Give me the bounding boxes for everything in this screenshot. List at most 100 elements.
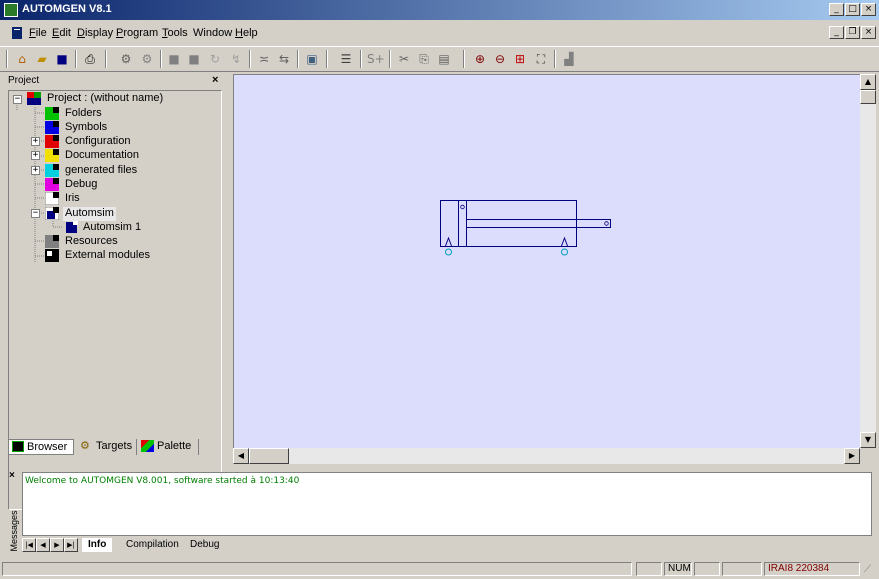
close-messages-icon[interactable]: ×	[9, 470, 15, 481]
vertical-scrollbar[interactable]: ▲ ▼	[860, 74, 876, 448]
new-project-icon[interactable]: ⌂	[14, 51, 30, 67]
app-icon	[4, 3, 18, 17]
expand-configuration-toggle[interactable]: +	[31, 137, 40, 146]
tab-palette[interactable]: Palette	[138, 439, 199, 455]
stop-icon[interactable]: ■	[166, 51, 182, 67]
scroll-left-button[interactable]: ◀	[233, 448, 249, 464]
step-icon[interactable]: ↯	[228, 51, 244, 67]
pause-icon[interactable]: ■	[186, 51, 202, 67]
status-id: IRAI8 220384	[764, 562, 860, 576]
horizontal-scroll-thumb[interactable]	[249, 448, 289, 464]
zoom-in-icon[interactable]: ⊕	[472, 51, 488, 67]
tree-item-external-modules[interactable]: External modules	[65, 249, 150, 263]
child-minimize-button[interactable]: _	[829, 26, 844, 39]
disconnect-icon[interactable]: ⇆	[276, 51, 292, 67]
cylinder-piston[interactable]	[458, 200, 467, 247]
first-tab-button[interactable]: |◀	[22, 538, 36, 552]
prev-tab-button[interactable]: ◀	[36, 538, 50, 552]
fit-window-icon[interactable]: ⛶	[533, 51, 549, 67]
minimize-button[interactable]: _	[829, 3, 844, 16]
zoom-rect-icon[interactable]: ⊞	[512, 51, 528, 67]
window-title: AUTOMGEN V8.1	[22, 3, 112, 15]
scroll-up-button[interactable]: ▲	[860, 74, 876, 90]
paste-icon[interactable]: ▤	[436, 51, 452, 67]
expand-documentation-toggle[interactable]: +	[31, 151, 40, 160]
tool-icon[interactable]: ▟	[561, 51, 577, 67]
menu-window[interactable]: Window	[193, 27, 232, 39]
project-icon	[27, 92, 41, 105]
scroll-down-button[interactable]: ▼	[860, 432, 876, 448]
menu-program[interactable]: Program	[116, 27, 158, 39]
tree-item-configuration[interactable]: Configuration	[65, 135, 130, 149]
list-icon[interactable]: ☰	[338, 51, 354, 67]
tree-item-generated-files[interactable]: generated files	[65, 164, 137, 178]
browser-icon	[12, 441, 24, 452]
maximize-button[interactable]: □	[845, 3, 860, 16]
messages-sidebar: × Messages	[8, 470, 20, 554]
monitor-icon[interactable]: ▣	[304, 51, 320, 67]
panel-tabs: Browser ⚙ Targets Palette	[8, 437, 222, 457]
open-folder-icon[interactable]: ▰	[34, 51, 50, 67]
tree-item-automsim-1[interactable]: Automsim 1	[83, 221, 141, 235]
palette-icon	[141, 440, 154, 452]
save-icon[interactable]: ■	[54, 51, 70, 67]
tree-item-iris[interactable]: Iris	[65, 192, 80, 206]
horizontal-scrollbar[interactable]: ◀ ▶	[233, 448, 860, 464]
right-port[interactable]	[561, 236, 568, 247]
collapse-root-toggle[interactable]: −	[13, 95, 22, 104]
documentation-icon	[45, 149, 59, 162]
tab-browser[interactable]: Browser	[8, 439, 74, 455]
cylinder-drawing	[440, 200, 611, 256]
messages-panel: × Messages Welcome to AUTOMGEN V8.001, s…	[6, 470, 874, 556]
tree-item-documentation[interactable]: Documentation	[65, 149, 139, 163]
collapse-automsim-toggle[interactable]: −	[31, 209, 40, 218]
resize-grip-icon[interactable]: ⟋	[864, 564, 876, 576]
status-message	[2, 562, 632, 576]
left-port[interactable]	[445, 236, 452, 247]
print-icon[interactable]: ⎙	[82, 51, 98, 67]
tree-item-debug[interactable]: Debug	[65, 178, 97, 192]
close-button[interactable]: ×	[861, 3, 876, 16]
folders-icon	[45, 107, 59, 120]
tree-root-project[interactable]: Project : (without name)	[47, 92, 163, 106]
panel-title: Project	[8, 75, 40, 86]
child-close-button[interactable]: ×	[861, 26, 876, 39]
generated-files-icon	[45, 164, 59, 177]
menu-help[interactable]: Help	[235, 27, 258, 39]
vertical-scroll-thumb[interactable]	[860, 90, 876, 104]
expand-generated-files-toggle[interactable]: +	[31, 166, 40, 175]
child-restore-button[interactable]: ❐	[845, 26, 860, 39]
close-icon[interactable]: ×	[212, 74, 218, 86]
zoom-out-icon[interactable]: ⊖	[492, 51, 508, 67]
scroll-right-button[interactable]: ▶	[844, 448, 860, 464]
drawing-canvas[interactable]	[233, 74, 861, 449]
tree-item-resources[interactable]: Resources	[65, 235, 118, 249]
symbol-add-icon[interactable]: S+	[367, 51, 385, 67]
refresh-icon[interactable]: ↻	[207, 51, 223, 67]
connect-icon[interactable]: ≍	[256, 51, 272, 67]
menu-display[interactable]: Display	[77, 27, 113, 39]
menu-edit[interactable]: Edit	[52, 27, 71, 39]
tab-debug[interactable]: Debug	[184, 538, 225, 552]
compile-gear-icon[interactable]: ⚙	[118, 51, 134, 67]
automsim-icon	[44, 206, 60, 221]
message-output[interactable]: Welcome to AUTOMGEN V8.001, software sta…	[22, 472, 872, 536]
copy-icon[interactable]: ⎘	[416, 51, 432, 67]
tab-compilation[interactable]: Compilation	[120, 538, 185, 552]
cut-icon[interactable]: ✂	[396, 51, 412, 67]
run-gear-icon[interactable]: ⚙	[139, 51, 155, 67]
tab-info[interactable]: Info	[82, 538, 113, 552]
menu-file[interactable]: File	[29, 27, 47, 39]
status-blank	[722, 562, 762, 576]
tab-targets[interactable]: ⚙ Targets	[76, 439, 137, 455]
menu-bar: File Edit Display Program Tools Window H…	[0, 24, 879, 44]
last-tab-button[interactable]: ▶|	[64, 538, 78, 552]
resources-icon	[45, 235, 59, 248]
tree-item-automsim[interactable]: Automsim	[63, 207, 116, 221]
tree-item-symbols[interactable]: Symbols	[65, 121, 107, 135]
cylinder-rod[interactable]	[466, 219, 611, 228]
next-tab-button[interactable]: ▶	[50, 538, 64, 552]
configuration-icon	[45, 135, 59, 148]
tree-item-folders[interactable]: Folders	[65, 107, 102, 121]
menu-tools[interactable]: Tools	[162, 27, 188, 39]
